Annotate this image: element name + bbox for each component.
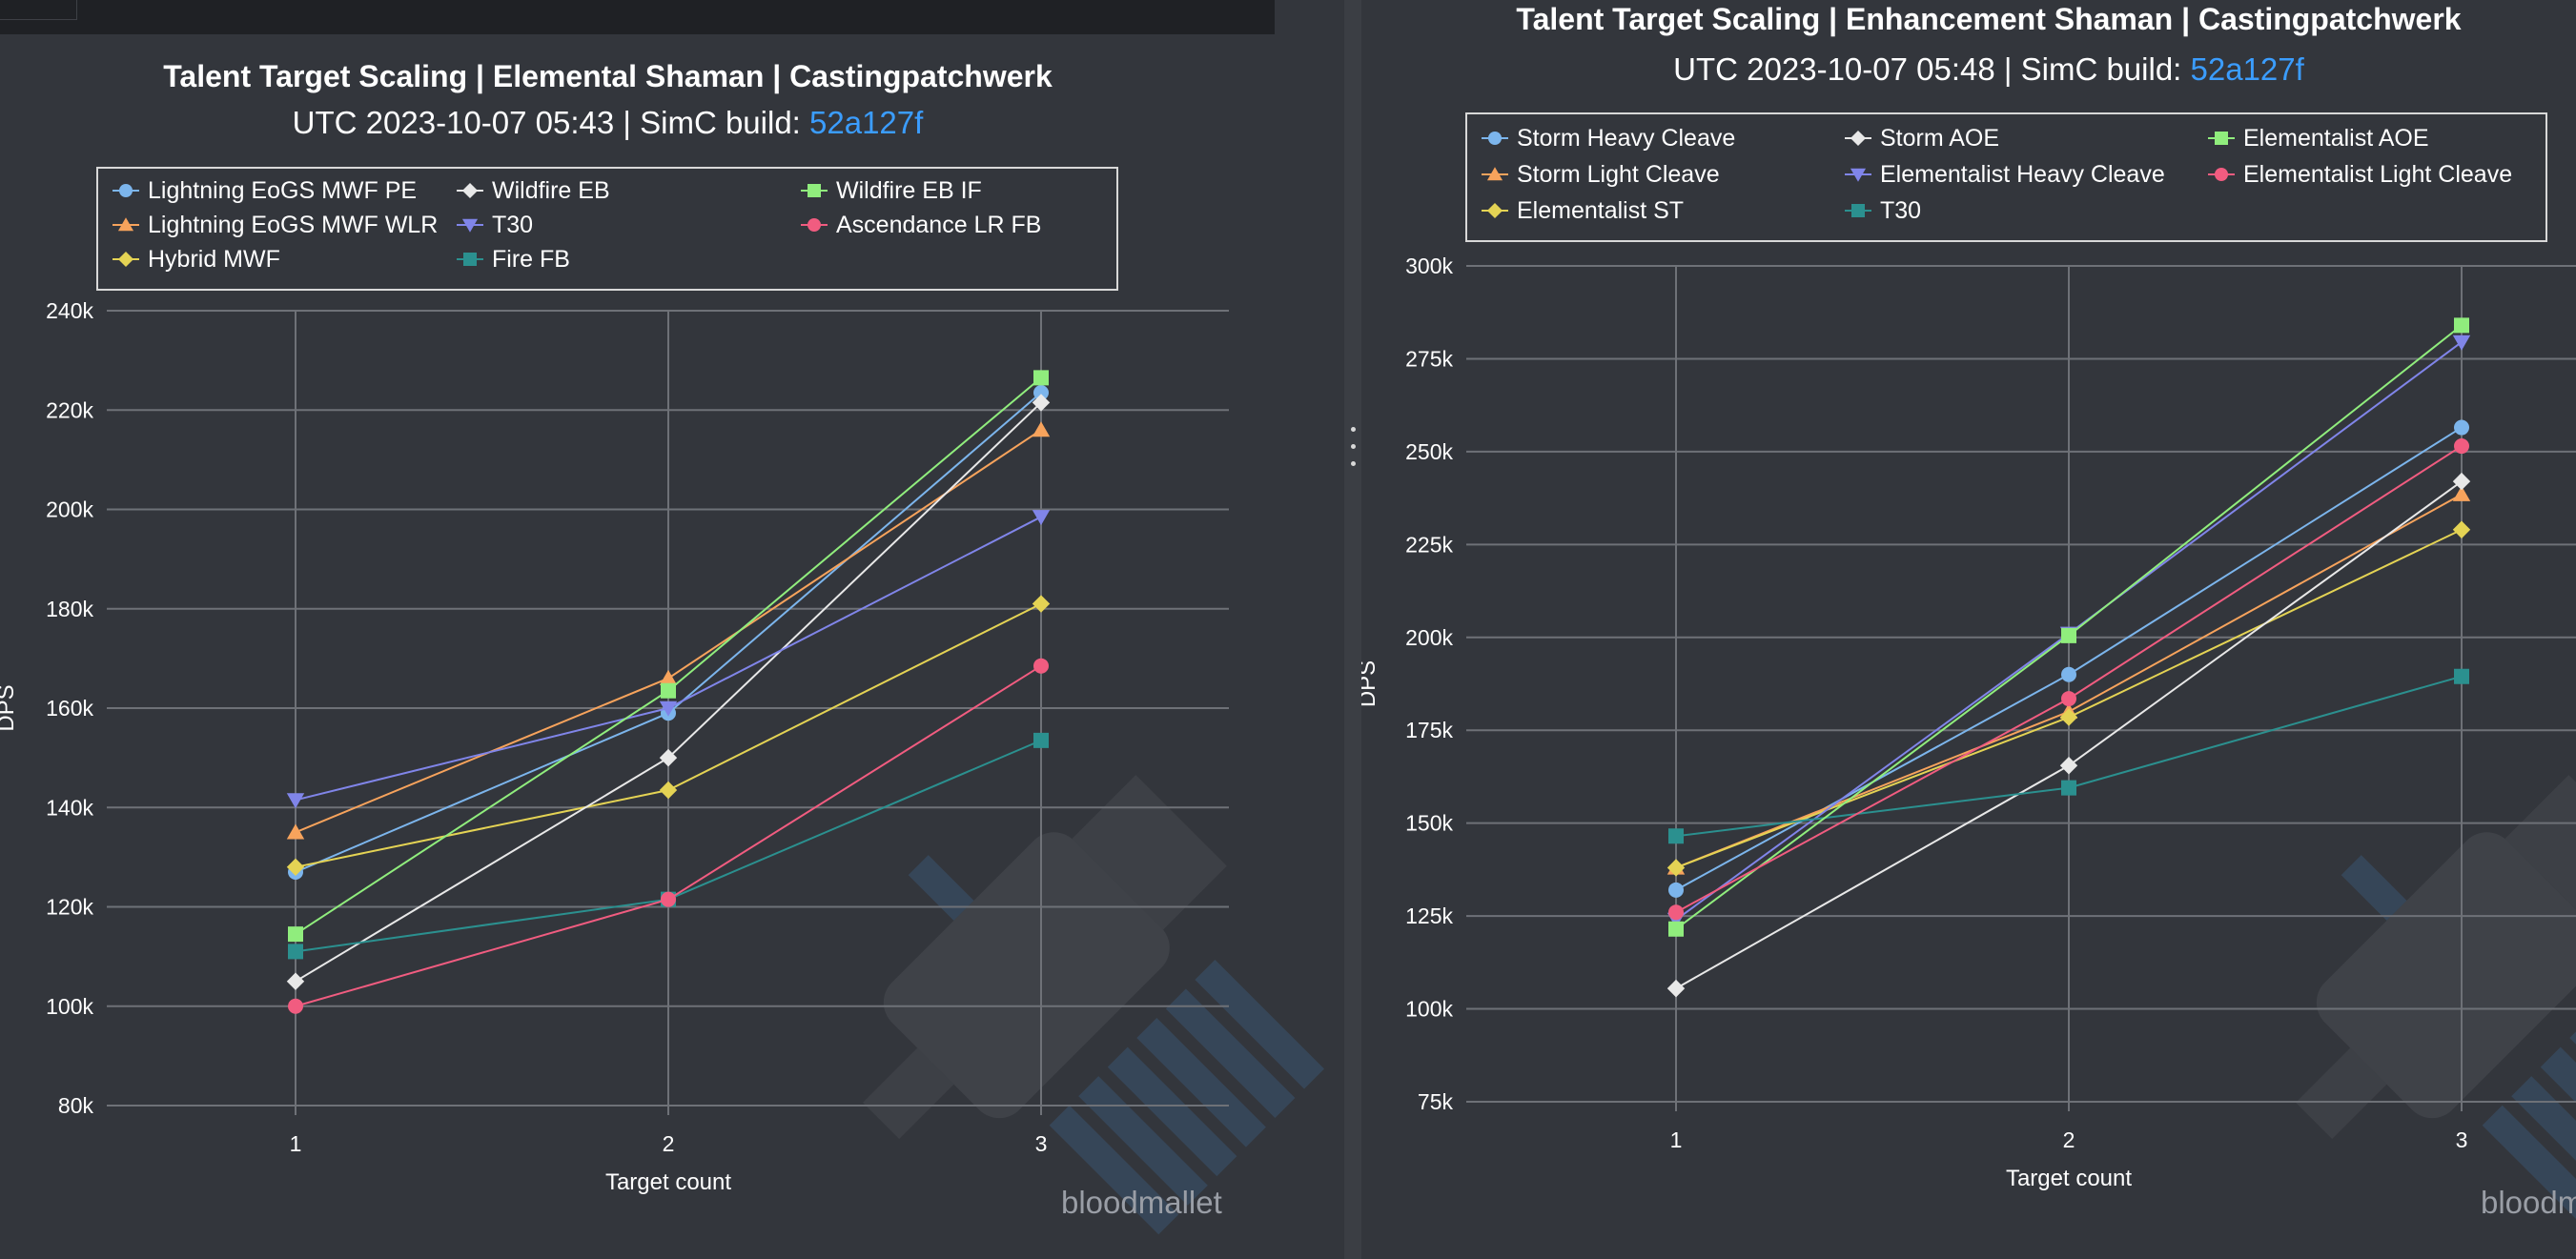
data-point bbox=[2061, 780, 2076, 796]
data-point bbox=[2059, 708, 2078, 726]
x-tick-label: 3 bbox=[2456, 1127, 2468, 1152]
y-tick-label: 200k bbox=[1405, 625, 1453, 650]
data-point bbox=[1032, 595, 1051, 613]
y-tick-label: 175k bbox=[1405, 718, 1453, 742]
y-tick-label: 300k bbox=[1405, 254, 1453, 278]
bloodmallet-logo-watermark bbox=[2295, 775, 2576, 1235]
y-tick-label: 80k bbox=[58, 1093, 94, 1118]
data-point bbox=[2452, 335, 2471, 351]
y-tick-label: 125k bbox=[1405, 904, 1453, 928]
enhancement-chart-panel: Talent Target Scaling | Enhancement Sham… bbox=[1361, 0, 2576, 1259]
data-point bbox=[286, 793, 305, 809]
x-axis-title: Target count bbox=[605, 1169, 731, 1195]
x-tick-label: 2 bbox=[663, 1131, 675, 1156]
data-point bbox=[1668, 921, 1684, 937]
y-tick-label: 140k bbox=[46, 795, 93, 820]
x-tick-label: 1 bbox=[1670, 1127, 1683, 1152]
credit-watermark: bloodmallet bbox=[1061, 1185, 1222, 1220]
data-point bbox=[2454, 668, 2469, 684]
data-point bbox=[659, 669, 678, 685]
data-point bbox=[2061, 666, 2076, 682]
chart-plot-area: 80k 100k 120k 140k 160k 180k 200k 220k 240k 1 2 3 Ta… bbox=[0, 298, 1324, 1235]
y-tick-label: 225k bbox=[1405, 532, 1453, 557]
data-point bbox=[2061, 691, 2076, 707]
data-point bbox=[1668, 904, 1684, 921]
drag-handle-dot[interactable] bbox=[1351, 444, 1356, 449]
data-point bbox=[1033, 732, 1049, 748]
drag-handle-dot[interactable] bbox=[1351, 427, 1356, 432]
x-tick-label: 3 bbox=[1035, 1131, 1048, 1156]
data-point bbox=[1032, 421, 1051, 437]
y-tick-label: 275k bbox=[1405, 346, 1453, 371]
data-point bbox=[1666, 979, 1686, 998]
data-point bbox=[1668, 828, 1684, 844]
data-point bbox=[661, 891, 676, 907]
y-axis-title: DPS bbox=[1361, 660, 1380, 707]
data-point bbox=[1668, 882, 1684, 898]
drag-handle-dot[interactable] bbox=[1351, 461, 1356, 466]
y-tick-label: 100k bbox=[1405, 997, 1453, 1022]
panel-divider[interactable] bbox=[1344, 0, 1361, 1259]
bloodmallet-logo-watermark bbox=[862, 775, 1324, 1235]
y-tick-label: 75k bbox=[1418, 1089, 1454, 1114]
data-point bbox=[288, 998, 303, 1014]
data-point bbox=[1032, 510, 1051, 526]
y-tick-label: 180k bbox=[46, 597, 93, 621]
data-point bbox=[1033, 658, 1049, 674]
chart-plot-area: 75k 100k 125k 150k 175k 200k 225k 250k 275k 300k 1… bbox=[1361, 254, 2576, 1235]
y-tick-label: 200k bbox=[46, 498, 93, 522]
y-tick-label: 220k bbox=[46, 397, 93, 422]
data-point bbox=[659, 781, 678, 800]
data-point bbox=[2452, 472, 2471, 491]
data-point bbox=[661, 682, 676, 699]
y-tick-label: 250k bbox=[1405, 439, 1453, 464]
data-point bbox=[2452, 520, 2471, 538]
credit-watermark: bloodmallet bbox=[2481, 1185, 2576, 1220]
data-point bbox=[1033, 370, 1049, 386]
y-tick-label: 100k bbox=[46, 994, 93, 1019]
y-tick-label: 160k bbox=[46, 696, 93, 721]
elemental-chart-panel: Talent Target Scaling | Elemental Shaman… bbox=[0, 0, 1344, 1259]
data-point bbox=[2454, 317, 2469, 334]
y-axis-title: DPS bbox=[0, 684, 19, 731]
y-tick-label: 150k bbox=[1405, 811, 1453, 836]
data-point bbox=[286, 823, 305, 840]
data-point bbox=[2059, 757, 2078, 775]
data-point bbox=[2454, 438, 2469, 455]
x-tick-label: 2 bbox=[2063, 1127, 2075, 1152]
data-point bbox=[288, 926, 303, 943]
x-axis-title: Target count bbox=[2006, 1166, 2132, 1191]
data-point bbox=[2061, 627, 2076, 643]
data-point bbox=[288, 944, 303, 960]
y-tick-label: 240k bbox=[46, 298, 93, 323]
data-point bbox=[2454, 419, 2469, 436]
data-point bbox=[286, 972, 305, 990]
x-tick-label: 1 bbox=[290, 1131, 302, 1156]
y-tick-label: 120k bbox=[46, 895, 93, 920]
